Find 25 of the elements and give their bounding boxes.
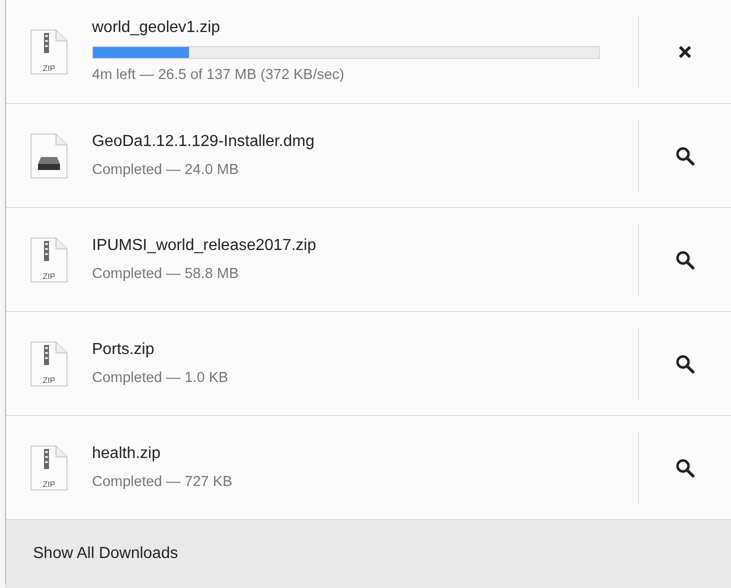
- file-name: Ports.zip: [92, 340, 156, 360]
- close-icon: [678, 44, 692, 58]
- file-name: GeoDa1.12.1.129-Installer.dmg: [92, 132, 316, 152]
- search-icon: [675, 354, 695, 374]
- download-item[interactable]: GeoDa1.12.1.129-Installer.dmg Completed — 24.0 MB: [6, 104, 731, 208]
- download-status: Completed — 58.8 MB: [92, 264, 240, 284]
- file-name: IPUMSI_world_release2017.zip: [92, 236, 318, 256]
- download-status: Completed — 1.0 KB: [92, 368, 230, 388]
- file-name: health.zip: [92, 444, 162, 464]
- download-status: Completed — 24.0 MB: [92, 160, 240, 180]
- disk-image-file-icon: [30, 132, 68, 178]
- show-all-downloads-button[interactable]: Show All Downloads: [6, 520, 731, 588]
- download-status: 4m left — 26.5 of 137 MB (372 KB/sec): [92, 66, 346, 86]
- zip-file-icon: ZIP: [30, 236, 68, 282]
- download-item[interactable]: ZIP IPUMSI_world_release2017.zip Completed — 58.8 MB: [6, 208, 731, 312]
- download-item[interactable]: ZIP Ports.zip Completed — 1.0 KB: [6, 312, 731, 416]
- search-icon: [675, 458, 695, 478]
- download-item[interactable]: ZIP world_geolev1.zip 4m left — 26.5 of 137 MB (372 KB/sec): [6, 0, 731, 104]
- zip-file-icon: ZIP: [30, 340, 68, 386]
- zip-file-icon: ZIP: [30, 28, 68, 74]
- search-icon: [675, 146, 695, 166]
- zip-file-icon: ZIP: [30, 444, 68, 490]
- download-status: Completed — 727 KB: [92, 472, 234, 492]
- search-icon: [675, 250, 695, 270]
- file-name: world_geolev1.zip: [92, 18, 222, 38]
